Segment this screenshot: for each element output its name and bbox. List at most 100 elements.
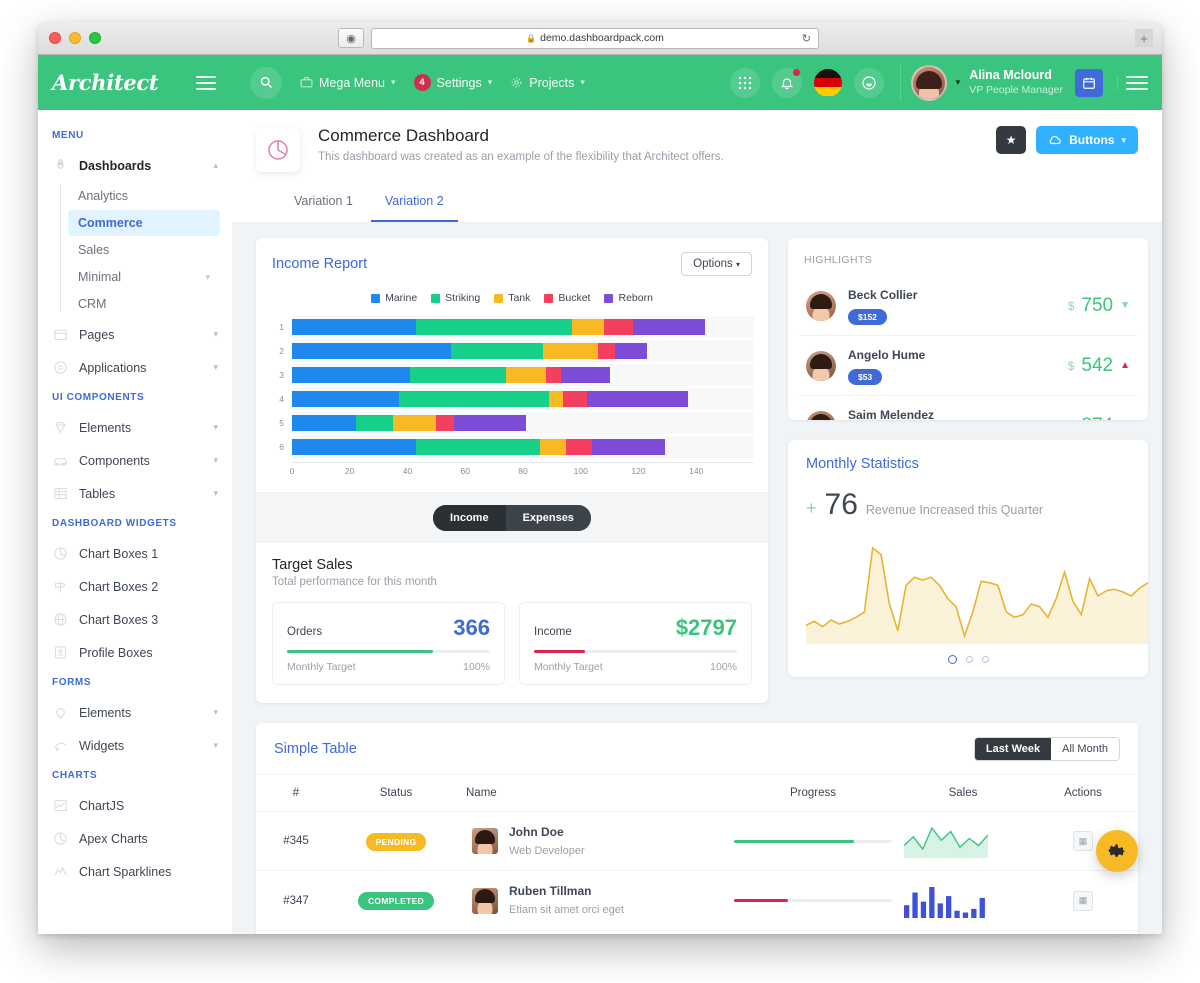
sidebar-item-dashboards[interactable]: Dashboards ▴ bbox=[38, 149, 232, 182]
legend-item-marine[interactable]: Marine bbox=[371, 292, 417, 304]
target-sales-box-income: Income $2797 Monthly Target 100% bbox=[519, 602, 752, 685]
bell-icon[interactable] bbox=[771, 67, 802, 98]
page-title: Commerce Dashboard bbox=[318, 126, 490, 145]
sidebar-item-analytics[interactable]: Analytics bbox=[68, 183, 220, 209]
toggle-income[interactable]: Income bbox=[433, 505, 506, 531]
address-bar[interactable]: 🔒 demo.dashboardpack.com ↻ bbox=[371, 27, 819, 49]
nav-label-projects: Projects bbox=[529, 75, 575, 90]
highlight-name: Angelo Hume bbox=[848, 348, 926, 362]
smiley-icon[interactable] bbox=[853, 67, 884, 98]
sidebar-toggle-icon[interactable] bbox=[196, 75, 216, 90]
income-report-card: Income Report Options ▾ Marine Striking … bbox=[256, 238, 768, 703]
col-status: Status bbox=[336, 774, 456, 812]
search-icon[interactable] bbox=[250, 66, 282, 99]
buttons-dropdown[interactable]: Buttons ▾ bbox=[1036, 126, 1138, 154]
settings-icon[interactable]: ◉ bbox=[338, 28, 364, 48]
cloud-icon bbox=[1048, 133, 1062, 147]
sidebar-item-chart-boxes-1[interactable]: Chart Boxes 1 bbox=[38, 537, 232, 570]
sidebar-item-chart-boxes-2[interactable]: Chart Boxes 2 bbox=[38, 570, 232, 603]
sidebar-item-chart-sparklines[interactable]: Chart Sparklines bbox=[38, 855, 232, 888]
sidebar-item-pages[interactable]: Pages ▾ bbox=[38, 318, 232, 351]
options-button[interactable]: Options ▾ bbox=[681, 252, 752, 276]
minimize-window-button[interactable] bbox=[69, 32, 81, 44]
carousel-dot-3[interactable] bbox=[981, 656, 989, 663]
sidebar-label-apex-charts: Apex Charts bbox=[79, 831, 148, 846]
sidebar-item-minimal[interactable]: Minimal ▾ bbox=[68, 264, 220, 290]
sidebar-item-sales[interactable]: Sales bbox=[68, 237, 220, 263]
table-body: #345 PENDING John Doe Web Developer ▦ #3… bbox=[256, 811, 1138, 934]
sidebar-item-profile-boxes[interactable]: Profile Boxes bbox=[38, 636, 232, 669]
app-logo[interactable]: Architect bbox=[52, 70, 159, 95]
legend-swatch bbox=[431, 293, 441, 303]
bar-segment-striking bbox=[398, 391, 549, 407]
row-actions-button[interactable]: ▦ bbox=[1073, 890, 1093, 911]
highlight-badge: $53 bbox=[848, 369, 883, 385]
bar-segment-striking bbox=[416, 319, 573, 335]
chart-y-tick: 1 bbox=[279, 322, 284, 332]
sidebar-item-apex-charts[interactable]: Apex Charts bbox=[38, 822, 232, 855]
flag-de-icon[interactable] bbox=[813, 68, 842, 97]
legend-item-reborn[interactable]: Reborn bbox=[604, 292, 653, 304]
chart-x-axis: 0 20 40 60 80 100 120 140 bbox=[290, 462, 754, 480]
chevron-down-icon: ▾ bbox=[205, 271, 210, 282]
tab-variation-1[interactable]: Variation 1 bbox=[280, 186, 367, 222]
sidebar: MENU Dashboards ▴ Analytics Commerce Sal… bbox=[38, 110, 232, 934]
reload-icon[interactable]: ↻ bbox=[802, 32, 811, 45]
sidebar-item-tables[interactable]: Tables ▾ bbox=[38, 477, 232, 510]
sidebar-item-chart-boxes-3[interactable]: Chart Boxes 3 bbox=[38, 603, 232, 636]
chart-track bbox=[292, 340, 754, 362]
legend-item-striking[interactable]: Striking bbox=[431, 292, 480, 304]
highlight-row[interactable]: Angelo Hume $53 $ 542 ▲ bbox=[798, 335, 1138, 395]
nav-item-mega-menu[interactable]: Mega Menu ▾ bbox=[300, 76, 396, 90]
range-all-month[interactable]: All Month bbox=[1051, 738, 1119, 760]
simple-table-card: Simple Table Last Week All Month # Statu… bbox=[256, 723, 1138, 934]
sidebar-label-tables: Tables bbox=[79, 486, 116, 501]
sidebar-item-ui-elements[interactable]: Elements ▾ bbox=[38, 411, 232, 444]
calendar-icon[interactable] bbox=[1075, 68, 1103, 97]
close-window-button[interactable] bbox=[49, 32, 61, 44]
table-row[interactable]: #345 PENDING John Doe Web Developer ▦ bbox=[256, 811, 1138, 872]
sidebar-label-sales: Sales bbox=[78, 243, 110, 257]
carousel-dot-1[interactable] bbox=[947, 655, 957, 664]
table-row[interactable]: #347 COMPLETED Ruben Tillman Etiam sit a… bbox=[256, 870, 1138, 931]
user-menu[interactable]: ▾ Alina Mclourd VP People Manager bbox=[899, 64, 1063, 101]
legend-label: Reborn bbox=[618, 292, 653, 304]
grid-icon[interactable] bbox=[729, 67, 760, 98]
legend-item-tank[interactable]: Tank bbox=[494, 292, 530, 304]
toggle-expenses[interactable]: Expenses bbox=[505, 505, 591, 531]
chart-track bbox=[292, 436, 754, 458]
browser-titlebar: ◉ 🔒 demo.dashboardpack.com ↻ + bbox=[38, 22, 1162, 55]
legend-item-bucket[interactable]: Bucket bbox=[544, 292, 590, 304]
sidebar-item-chartjs[interactable]: ChartJS bbox=[38, 789, 232, 822]
new-tab-button[interactable]: + bbox=[1135, 29, 1153, 47]
sidebar-item-components[interactable]: Components ▾ bbox=[38, 444, 232, 477]
sidebar-label-analytics: Analytics bbox=[78, 189, 129, 203]
sidebar-item-applications[interactable]: Applications ▾ bbox=[38, 351, 232, 384]
table-row[interactable]: #321 IN PROGRESS Elliot Huber Lorem ipsu… bbox=[256, 930, 1138, 934]
tab-variation-2[interactable]: Variation 2 bbox=[370, 186, 458, 222]
maximize-window-button[interactable] bbox=[89, 32, 101, 44]
settings-fab[interactable] bbox=[1096, 830, 1138, 872]
highlight-row[interactable]: Beck Collier $152 $ 750 ▼ bbox=[798, 276, 1138, 335]
highlight-amount: 874 bbox=[1081, 415, 1113, 421]
sidebar-item-widgets[interactable]: Widgets ▾ bbox=[38, 729, 232, 762]
highlight-row[interactable]: Saim Melendez $239 $ 874 ▼ bbox=[798, 395, 1138, 420]
nav-item-projects[interactable]: Projects ▾ bbox=[510, 76, 585, 90]
carousel-dots bbox=[788, 644, 1148, 677]
sidebar-item-crm[interactable]: CRM bbox=[68, 291, 220, 317]
bar-segment-bucket bbox=[563, 391, 587, 407]
cell-sales bbox=[898, 930, 1028, 934]
row-actions-button[interactable]: ▦ bbox=[1073, 831, 1093, 852]
nav-item-settings[interactable]: 4 Settings ▾ bbox=[413, 74, 492, 91]
sidebar-item-commerce[interactable]: Commerce bbox=[68, 210, 220, 236]
variation-tabs: Variation 1 Variation 2 bbox=[256, 172, 1138, 222]
star-button[interactable]: ★ bbox=[996, 126, 1027, 154]
hamburger-icon[interactable] bbox=[1117, 75, 1148, 90]
bar-segment-striking bbox=[450, 343, 544, 359]
chart-y-tick: 4 bbox=[279, 394, 284, 404]
window-controls[interactable] bbox=[49, 32, 101, 44]
sidebar-item-form-elements[interactable]: Elements ▾ bbox=[38, 696, 232, 729]
range-last-week[interactable]: Last Week bbox=[974, 738, 1052, 760]
carousel-dot-2[interactable] bbox=[965, 656, 973, 663]
sidebar-heading-dashboard-widgets: DASHBOARD WIDGETS bbox=[52, 518, 177, 529]
